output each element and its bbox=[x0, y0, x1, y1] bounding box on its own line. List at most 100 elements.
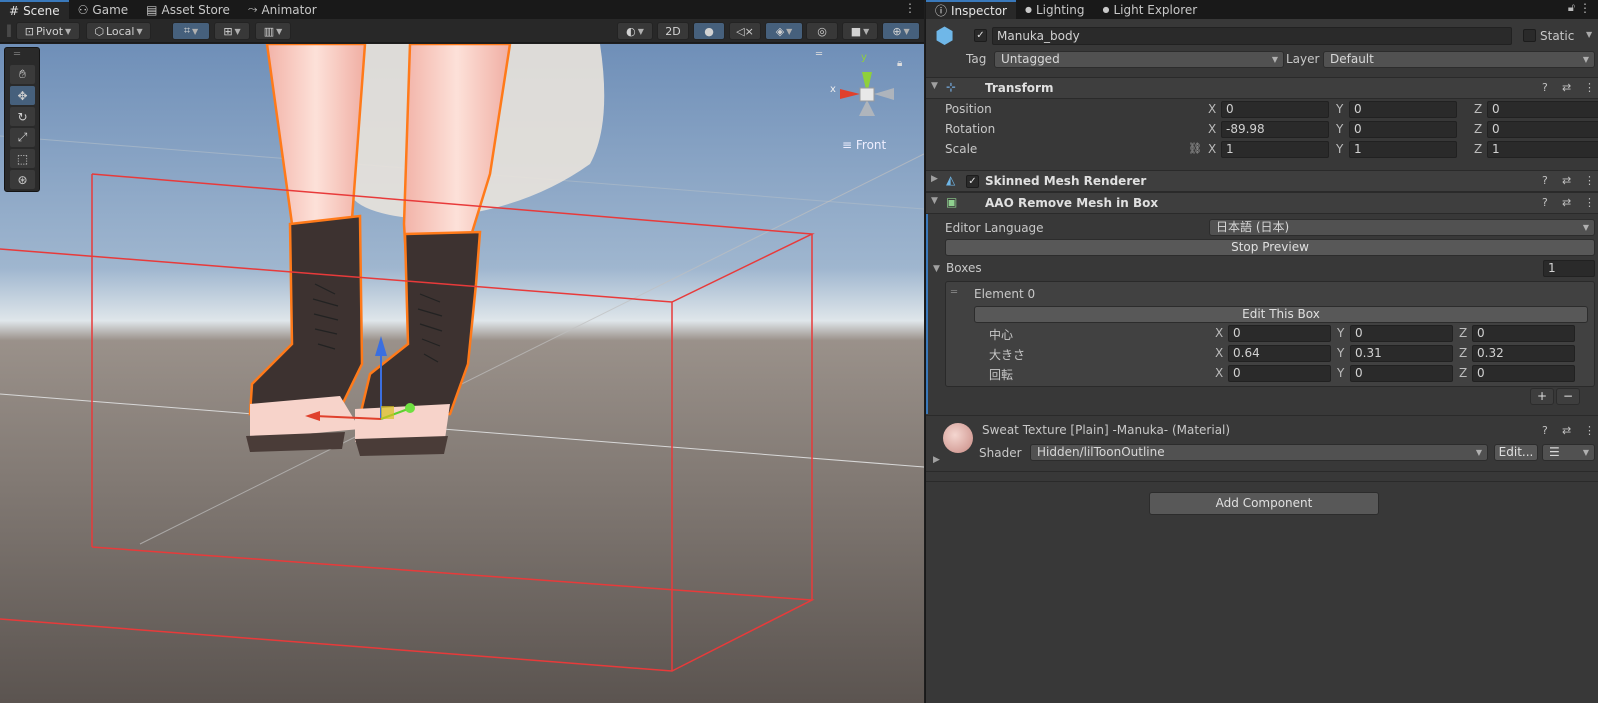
camera-settings-button[interactable]: ■ ▼ bbox=[842, 22, 878, 40]
preset-icon[interactable]: ⇄ bbox=[1562, 174, 1571, 187]
view-label[interactable]: ≡ Front bbox=[842, 138, 886, 152]
box-2-x-field[interactable]: 0 bbox=[1228, 365, 1331, 382]
palette-handle-icon[interactable]: ═ bbox=[14, 49, 20, 60]
transform-2-y-field[interactable]: 1 bbox=[1349, 141, 1457, 158]
pivot-dropdown[interactable]: ⊡ Pivot ▼ bbox=[16, 22, 80, 40]
grid-snap-button[interactable]: ⌗ ▼ bbox=[172, 22, 210, 40]
transform-1-x-field[interactable]: -89.98 bbox=[1221, 121, 1329, 138]
toggle-2d-button[interactable]: 2D bbox=[657, 22, 689, 40]
add-component-button[interactable]: Add Component bbox=[1149, 492, 1379, 515]
lock-icon[interactable]: 🔒︎ bbox=[897, 58, 902, 69]
boxes-list: ═ Element 0 Edit This Box 中心 X 0 Y 0 Z 0 大きさ X 0.… bbox=[945, 281, 1595, 387]
rect-tool-button[interactable]: ⬚ bbox=[10, 149, 35, 168]
chevron-down-icon: ▼ bbox=[234, 26, 241, 36]
tab-scene[interactable]: # Scene bbox=[0, 0, 69, 19]
reorder-handle-icon[interactable]: ═ bbox=[951, 287, 957, 298]
preset-icon[interactable]: ⇄ bbox=[1562, 424, 1571, 437]
ruler-button[interactable]: ▥ ▼ bbox=[255, 22, 291, 40]
shader-dropdown[interactable]: Hidden/lilToonOutline ▼ bbox=[1030, 444, 1488, 461]
tab-label: Inspector bbox=[951, 3, 1007, 18]
chevron-down-icon: ▼ bbox=[65, 26, 72, 36]
tab-asset-store[interactable]: ▤ Asset Store bbox=[137, 0, 239, 19]
transform-tool-button[interactable]: ⊛ bbox=[10, 170, 35, 189]
box-0-z-field[interactable]: 0 bbox=[1472, 325, 1575, 342]
help-icon[interactable]: ? bbox=[1542, 196, 1548, 209]
help-icon[interactable]: ? bbox=[1542, 81, 1548, 94]
scene-visibility-toggle[interactable]: ◎ bbox=[806, 22, 838, 40]
transform-1-y-field[interactable]: 0 bbox=[1349, 121, 1457, 138]
active-checkbox[interactable]: ✓ bbox=[974, 29, 987, 42]
lock-icon[interactable]: 🔓︎ bbox=[1568, 1, 1575, 15]
component-menu-icon[interactable]: ⋮ bbox=[1584, 81, 1595, 94]
scene-viewport[interactable]: y x 🔒︎ ≡ Front ═ bbox=[0, 44, 924, 703]
axis-y-label: Y bbox=[1336, 102, 1344, 116]
edit-this-box-button[interactable]: Edit This Box bbox=[974, 306, 1588, 323]
help-icon[interactable]: ? bbox=[1542, 174, 1548, 187]
tab-lighting[interactable]: ● Lighting bbox=[1016, 0, 1094, 19]
box-1-x-field[interactable]: 0.64 bbox=[1228, 345, 1331, 362]
move-tool-button[interactable]: ✥ bbox=[10, 86, 35, 105]
grid-snap-icon: ⌗ bbox=[183, 24, 191, 37]
boxes-label: Boxes bbox=[946, 261, 982, 275]
local-dropdown[interactable]: ⬡ Local ▼ bbox=[86, 22, 151, 40]
tag-dropdown[interactable]: Untagged ▼ bbox=[994, 51, 1284, 68]
preset-icon[interactable]: ⇄ bbox=[1562, 196, 1571, 209]
shader-edit-button[interactable]: Edit... bbox=[1494, 444, 1538, 461]
remove-element-button[interactable]: − bbox=[1556, 388, 1580, 405]
boxes-count-field[interactable]: 1 bbox=[1543, 260, 1595, 277]
tab-light-explorer[interactable]: ● Light Explorer bbox=[1094, 0, 1207, 19]
preset-icon[interactable]: ⇄ bbox=[1562, 81, 1571, 94]
box-2-y-field[interactable]: 0 bbox=[1350, 365, 1453, 382]
rotate-tool-button[interactable]: ↻ bbox=[10, 107, 35, 126]
hand-tool-button[interactable]: ✋︎ bbox=[10, 65, 35, 84]
more-options-icon[interactable]: ⋮ bbox=[904, 1, 916, 15]
snap-increment-button[interactable]: ⊞ ▼ bbox=[214, 22, 250, 40]
component-menu-icon[interactable]: ⋮ bbox=[1584, 174, 1595, 187]
fold-closed-icon[interactable]: ▶ bbox=[933, 455, 940, 465]
audio-toggle[interactable]: ◁× bbox=[729, 22, 761, 40]
box-1-z-field[interactable]: 0.32 bbox=[1472, 345, 1575, 362]
tab-inspector[interactable]: ⓘ Inspector bbox=[926, 0, 1016, 19]
chevron-down-icon: ▼ bbox=[276, 26, 283, 36]
transform-header[interactable]: ▼ ⊹ Transform ? ⇄ ⋮ bbox=[926, 77, 1598, 99]
material-options-dropdown[interactable]: ☰ ▼ bbox=[1542, 444, 1595, 461]
component-menu-icon[interactable]: ⋮ bbox=[1584, 424, 1595, 437]
box-2-z-field[interactable]: 0 bbox=[1472, 365, 1575, 382]
fold-open-icon[interactable]: ▼ bbox=[933, 264, 940, 274]
gizmos-button[interactable]: ⊕ ▼ bbox=[882, 22, 920, 40]
object-name-field[interactable]: Manuka_body bbox=[992, 27, 1512, 45]
skinned-enabled-checkbox[interactable]: ✓ bbox=[966, 175, 979, 188]
effects-toggle[interactable]: ◈ ▼ bbox=[765, 22, 803, 40]
overlay-handle-icon[interactable]: ═ bbox=[816, 49, 822, 60]
transform-1-z-field[interactable]: 0 bbox=[1487, 121, 1598, 138]
scale-tool-button[interactable]: ⤢ bbox=[10, 128, 35, 147]
chevron-down-icon: ▼ bbox=[1582, 223, 1589, 232]
constrain-proportions-icon[interactable]: ⛓︎ bbox=[1188, 142, 1202, 155]
transform-2-x-field[interactable]: 1 bbox=[1221, 141, 1329, 158]
transform-0-z-field[interactable]: 0 bbox=[1487, 101, 1598, 118]
lighting-toggle[interactable]: ● bbox=[693, 22, 725, 40]
box-0-x-field[interactable]: 0 bbox=[1228, 325, 1331, 342]
editor-language-dropdown[interactable]: 日本語 (日本) ▼ bbox=[1209, 219, 1595, 236]
static-checkbox[interactable] bbox=[1523, 29, 1536, 42]
add-element-button[interactable]: + bbox=[1530, 388, 1554, 405]
transform-icon: ⊛ bbox=[17, 172, 28, 187]
transform-2-z-field[interactable]: 1 bbox=[1487, 141, 1598, 158]
stop-preview-button[interactable]: Stop Preview bbox=[945, 239, 1595, 256]
layer-dropdown[interactable]: Default ▼ bbox=[1323, 51, 1595, 68]
chevron-down-icon: ▼ bbox=[863, 26, 870, 36]
box-0-y-field[interactable]: 0 bbox=[1350, 325, 1453, 342]
transform-0-x-field[interactable]: 0 bbox=[1221, 101, 1329, 118]
more-options-icon[interactable]: ⋮ bbox=[1579, 1, 1591, 15]
aao-header[interactable]: ▼ ▣ AAO Remove Mesh in Box ? ⇄ ⋮ bbox=[926, 192, 1598, 214]
shading-mode-button[interactable]: ◐ ▼ bbox=[617, 22, 653, 40]
chevron-down-icon[interactable]: ▼ bbox=[1586, 30, 1592, 39]
scene-render bbox=[0, 44, 924, 703]
skinned-mesh-renderer-header[interactable]: ▶ ◭ ✓ Skinned Mesh Renderer ? ⇄ ⋮ bbox=[926, 170, 1598, 192]
help-icon[interactable]: ? bbox=[1542, 424, 1548, 437]
transform-0-y-field[interactable]: 0 bbox=[1349, 101, 1457, 118]
component-menu-icon[interactable]: ⋮ bbox=[1584, 196, 1595, 209]
tab-game[interactable]: ⚇ Game bbox=[69, 0, 138, 19]
tab-animator[interactable]: ⤳ Animator bbox=[239, 0, 326, 19]
box-1-y-field[interactable]: 0.31 bbox=[1350, 345, 1453, 362]
